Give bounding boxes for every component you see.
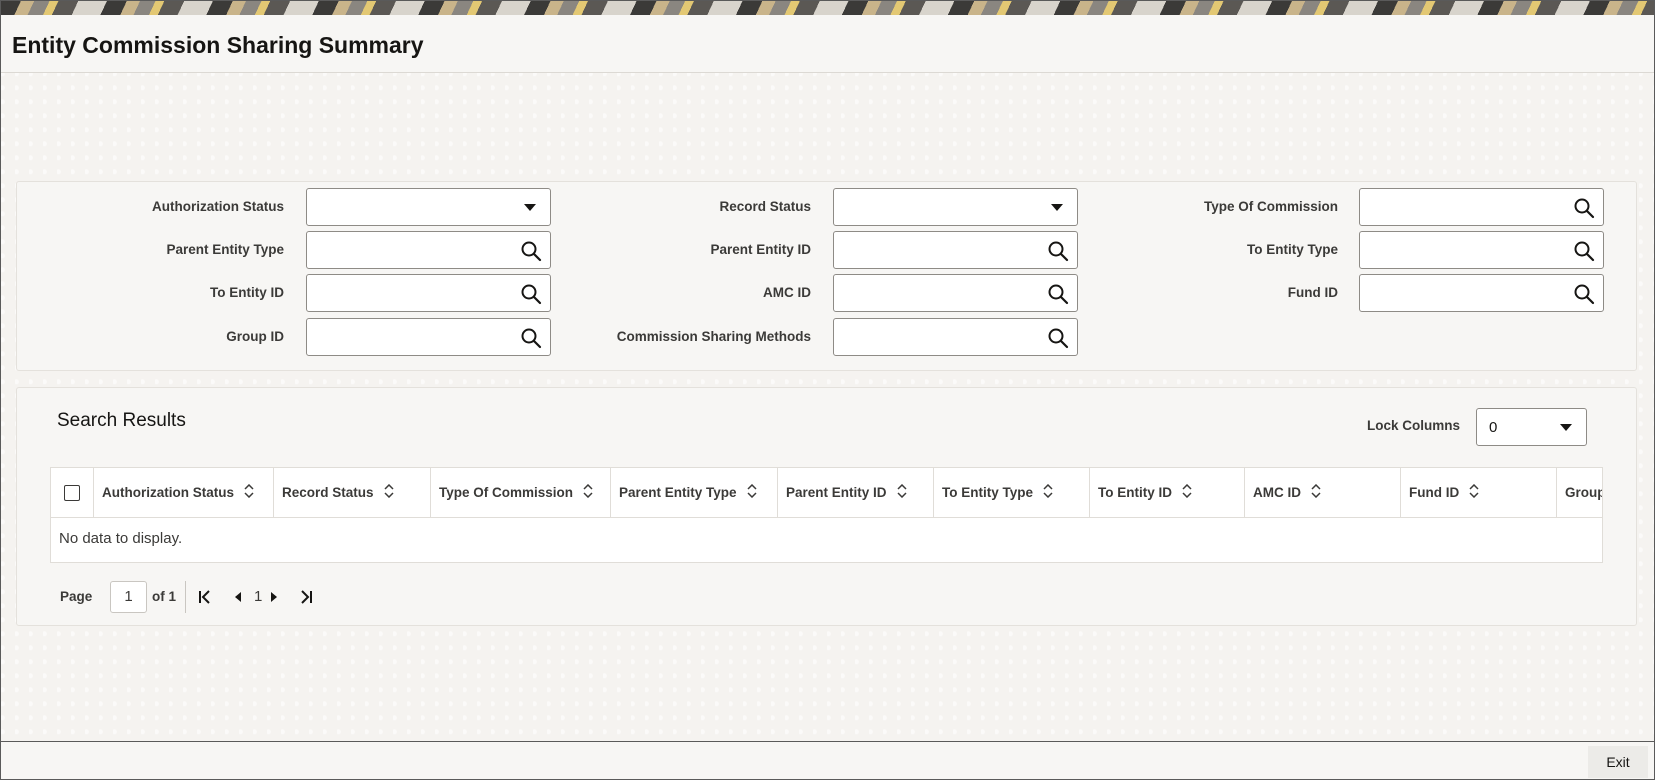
- title-bar: Entity Commission Sharing Summary: [1, 15, 1654, 73]
- record-status-label: Record Status: [719, 199, 811, 214]
- column-header-authorization-status[interactable]: Authorization Status: [93, 468, 273, 518]
- parent-entity-id-label: Parent Entity ID: [710, 242, 811, 257]
- first-page-icon[interactable]: [195, 587, 215, 607]
- to-entity-type-input[interactable]: [1359, 231, 1604, 269]
- chevron-down-icon: [1051, 204, 1063, 211]
- parent-entity-id-input[interactable]: [833, 231, 1078, 269]
- last-page-icon[interactable]: [296, 587, 316, 607]
- sort-icon[interactable]: [583, 484, 593, 499]
- group-id-label: Group ID: [226, 329, 284, 344]
- commission-sharing-methods-label: Commission Sharing Methods: [616, 329, 811, 344]
- criteria-row-2: Parent Entity Type Parent Entity ID To E…: [17, 231, 1636, 269]
- banner-strip: [1, 1, 1654, 15]
- lock-columns-value: 0: [1489, 419, 1498, 436]
- page-label: Page: [60, 589, 93, 604]
- results-table: Authorization Status Record Status Type …: [50, 467, 1603, 563]
- column-header-type-of-commission[interactable]: Type Of Commission: [430, 468, 610, 518]
- amc-id-label: AMC ID: [763, 285, 811, 300]
- amc-id-input[interactable]: [833, 274, 1078, 312]
- exit-button[interactable]: Exit: [1588, 746, 1648, 778]
- page-title: Entity Commission Sharing Summary: [12, 32, 424, 58]
- sort-icon[interactable]: [747, 484, 757, 499]
- criteria-row-1: Authorization Status Record Status Type …: [17, 188, 1636, 226]
- sort-icon[interactable]: [384, 484, 394, 499]
- select-all-checkbox[interactable]: [64, 485, 80, 501]
- next-page-icon[interactable]: [264, 587, 284, 607]
- table-header: Authorization Status Record Status Type …: [51, 468, 1602, 518]
- search-results-title: Search Results: [57, 410, 186, 431]
- pager-divider: [185, 581, 186, 613]
- previous-page-icon[interactable]: [228, 587, 248, 607]
- fund-id-label: Fund ID: [1287, 285, 1338, 300]
- search-icon[interactable]: [1573, 283, 1595, 305]
- footer-bar: Exit: [1, 741, 1654, 779]
- commission-sharing-methods-input[interactable]: [833, 318, 1078, 356]
- parent-entity-type-input[interactable]: [306, 231, 551, 269]
- record-status-select[interactable]: [833, 188, 1078, 226]
- search-icon[interactable]: [1047, 327, 1069, 349]
- authorization-status-select[interactable]: [306, 188, 551, 226]
- lock-columns-label: Lock Columns: [1367, 418, 1461, 433]
- search-icon[interactable]: [1573, 240, 1595, 262]
- column-header-to-entity-id[interactable]: To Entity ID: [1089, 468, 1244, 518]
- column-header-to-entity-type[interactable]: To Entity Type: [933, 468, 1089, 518]
- chevron-down-icon: [524, 204, 536, 211]
- page-total-label: of 1: [152, 589, 177, 604]
- sort-icon[interactable]: [244, 484, 254, 499]
- search-icon[interactable]: [1047, 240, 1069, 262]
- column-header-parent-entity-type[interactable]: Parent Entity Type: [610, 468, 777, 518]
- column-header-record-status[interactable]: Record Status: [273, 468, 430, 518]
- criteria-row-3: To Entity ID AMC ID Fund ID: [17, 274, 1636, 312]
- search-icon[interactable]: [1047, 283, 1069, 305]
- search-icon[interactable]: [520, 240, 542, 262]
- current-page-indicator: 1: [254, 588, 263, 605]
- to-entity-type-label: To Entity Type: [1247, 242, 1338, 257]
- search-icon[interactable]: [1573, 197, 1595, 219]
- pagination: Page 1 of 1 1: [60, 581, 360, 613]
- search-criteria-panel: Authorization Status Record Status Type …: [16, 181, 1637, 371]
- sort-icon[interactable]: [1311, 484, 1321, 499]
- search-icon[interactable]: [520, 327, 542, 349]
- chevron-down-icon: [1560, 424, 1572, 431]
- empty-table-message: No data to display.: [59, 530, 183, 547]
- sort-icon[interactable]: [1469, 484, 1479, 499]
- type-of-commission-input[interactable]: [1359, 188, 1604, 226]
- parent-entity-type-label: Parent Entity Type: [166, 242, 284, 257]
- authorization-status-label: Authorization Status: [152, 199, 284, 214]
- search-results-panel: Search Results Lock Columns 0 Authorizat…: [16, 387, 1637, 626]
- lock-columns-select[interactable]: 0: [1476, 408, 1587, 446]
- search-icon[interactable]: [520, 283, 542, 305]
- app-window: Entity Commission Sharing Summary Author…: [0, 0, 1655, 780]
- column-header-parent-entity-id[interactable]: Parent Entity ID: [777, 468, 933, 518]
- fund-id-input[interactable]: [1359, 274, 1604, 312]
- to-entity-id-label: To Entity ID: [210, 285, 284, 300]
- sort-icon[interactable]: [897, 484, 907, 499]
- column-header-group[interactable]: Group: [1556, 468, 1602, 518]
- column-header-fund-id[interactable]: Fund ID: [1400, 468, 1556, 518]
- group-id-input[interactable]: [306, 318, 551, 356]
- column-header-amc-id[interactable]: AMC ID: [1244, 468, 1400, 518]
- page-number-input[interactable]: 1: [110, 581, 147, 613]
- sort-icon[interactable]: [1043, 484, 1053, 499]
- to-entity-id-input[interactable]: [306, 274, 551, 312]
- sort-icon[interactable]: [1182, 484, 1192, 499]
- criteria-row-4: Group ID Commission Sharing Methods: [17, 318, 1636, 356]
- type-of-commission-label: Type Of Commission: [1203, 199, 1338, 214]
